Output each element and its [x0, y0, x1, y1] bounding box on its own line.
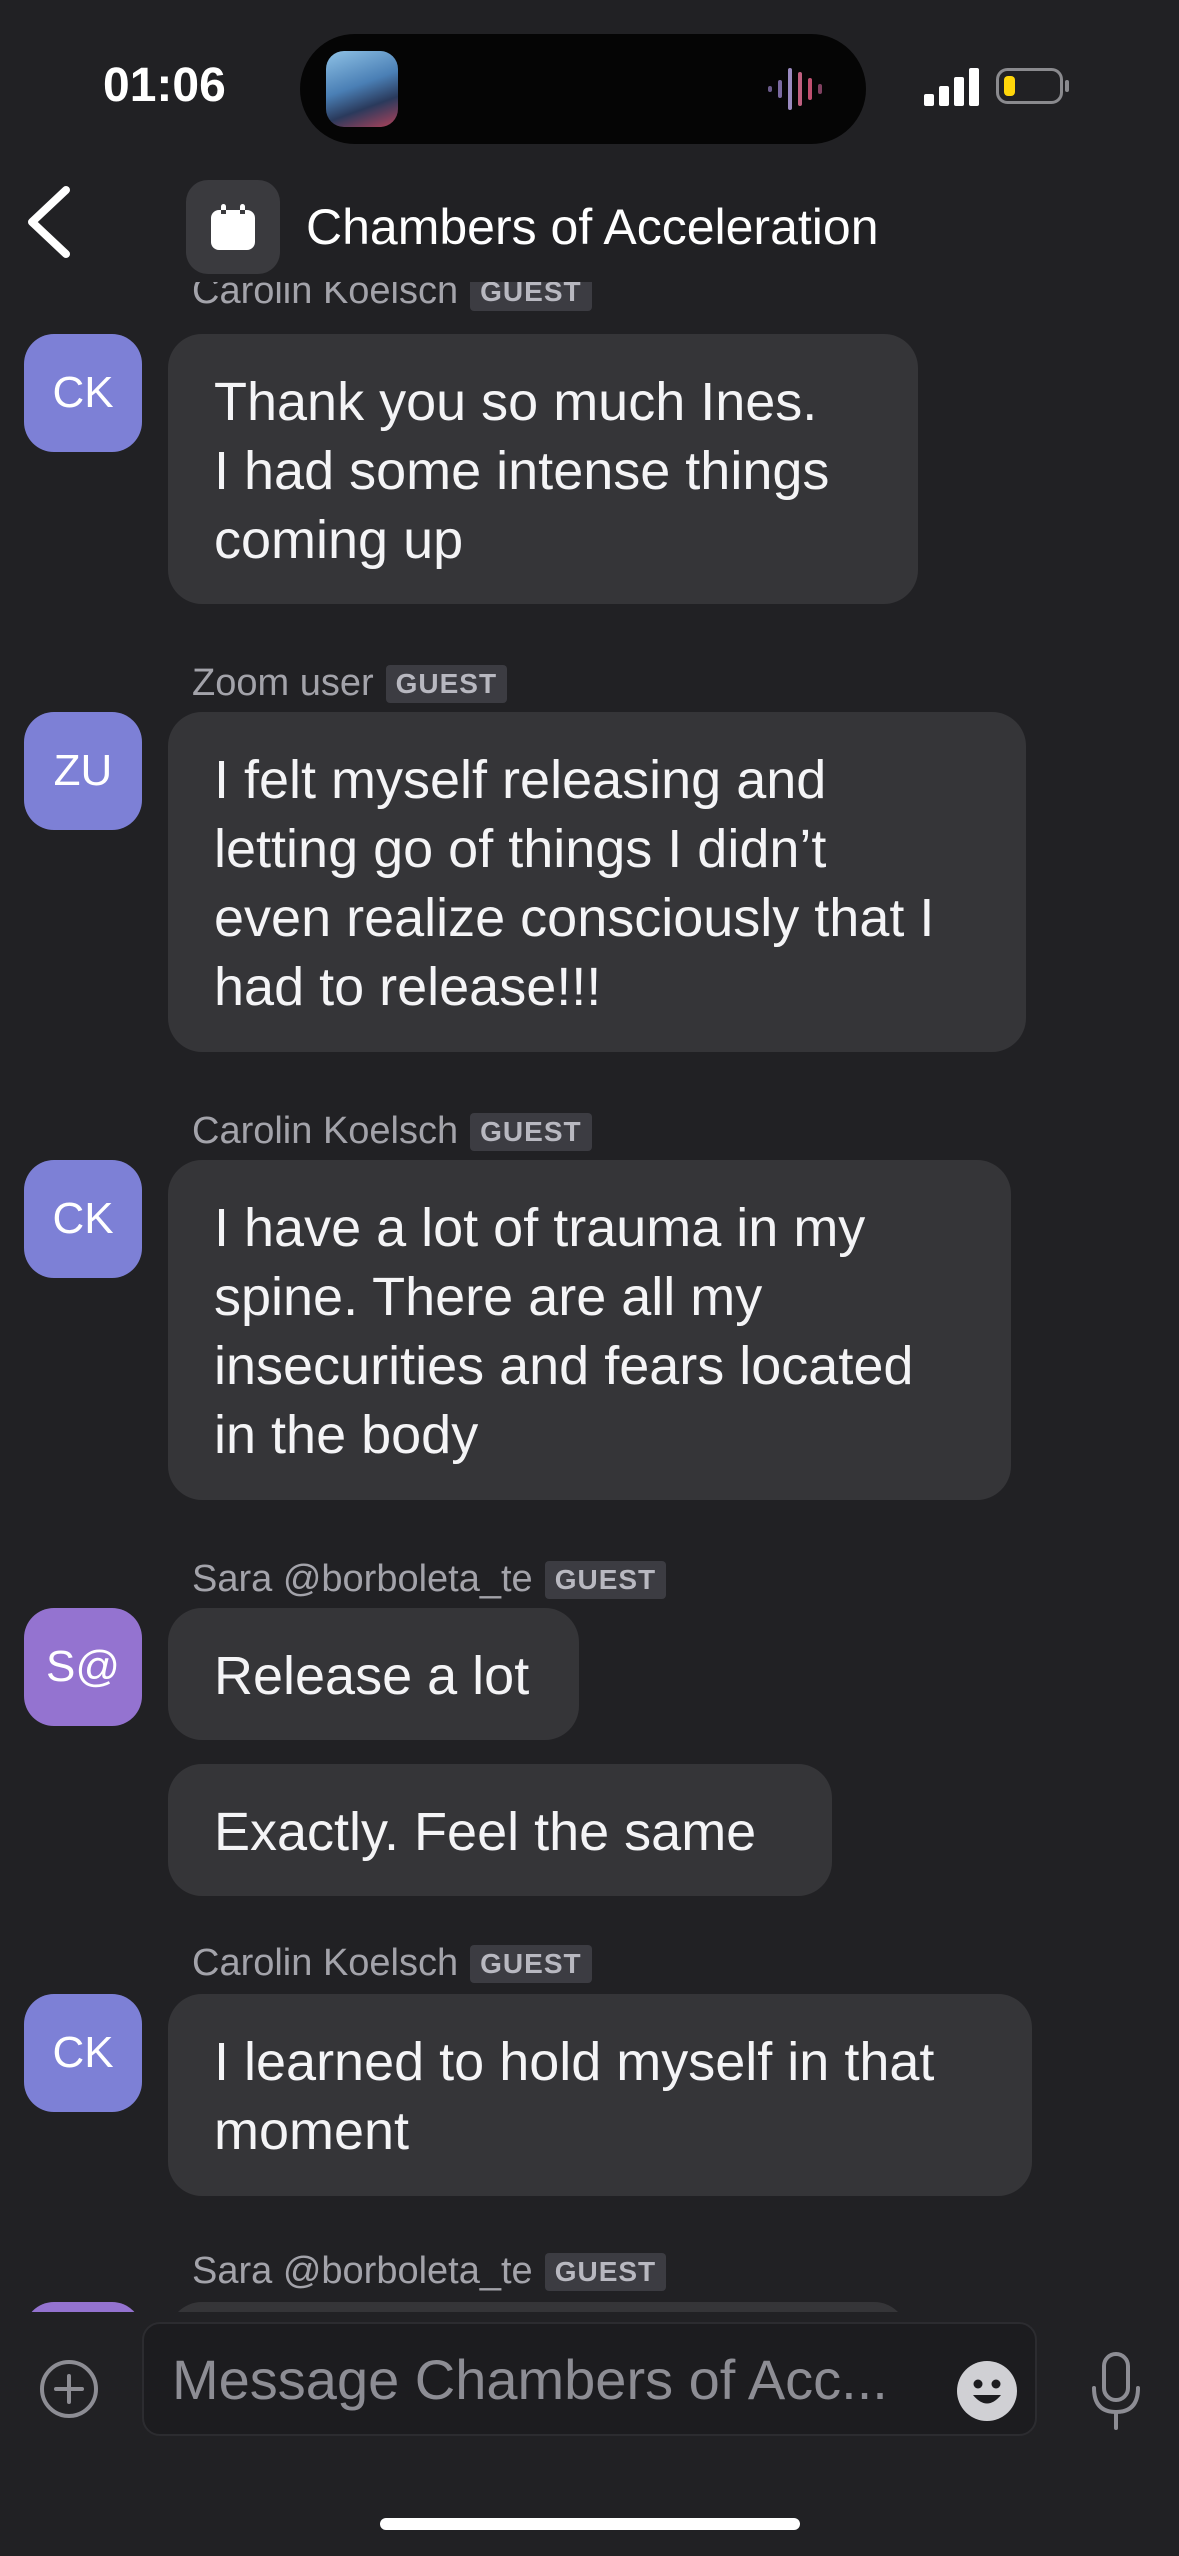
status-time: 01:06	[103, 59, 226, 112]
audio-waveform-icon	[768, 68, 822, 110]
calendar-icon	[211, 204, 255, 250]
guest-badge: GUEST	[544, 2252, 667, 2291]
message-bubble[interactable]: I have a lot of trauma in my spine. Ther…	[168, 1160, 1011, 1500]
guest-badge: GUEST	[470, 282, 592, 311]
cellular-signal-icon	[924, 68, 979, 106]
sender-name: Carolin Koelsch	[192, 1942, 459, 1984]
back-chevron-icon[interactable]	[18, 182, 82, 262]
guest-badge: GUEST	[544, 1560, 667, 1599]
sender-name: Sara @borboleta_te	[192, 2250, 533, 2292]
message-composer[interactable]	[142, 2322, 1037, 2436]
sender-name: Carolin Koelsch	[192, 282, 459, 312]
emoji-icon[interactable]	[956, 2360, 1018, 2422]
sender-name: Sara @borboleta_te	[192, 1558, 533, 1600]
avatar[interactable]: CK	[24, 1160, 142, 1278]
guest-badge: GUEST	[470, 1112, 592, 1151]
avatar[interactable]: CK	[24, 334, 142, 452]
message-sender: Sara @borboleta_te GUEST	[192, 2250, 667, 2293]
message-input[interactable]	[170, 2342, 914, 2416]
now-playing-artwork	[326, 51, 398, 127]
message-bubble[interactable]: I felt myself releasing and letting go o…	[168, 712, 1026, 1052]
avatar[interactable]: CK	[24, 1994, 142, 2112]
message-bubble[interactable]: Thank you so much Ines. I had some inten…	[168, 334, 918, 604]
microphone-icon[interactable]	[1088, 2350, 1144, 2432]
message-bubble[interactable]	[168, 2302, 908, 2312]
message-sender: Carolin Koelsch GUEST	[192, 1110, 592, 1153]
dynamic-island[interactable]	[300, 34, 866, 144]
message-bubble[interactable]: Exactly. Feel the same	[168, 1764, 832, 1896]
avatar[interactable]: ZU	[24, 712, 142, 830]
message-bubble[interactable]: Release a lot	[168, 1608, 579, 1740]
avatar[interactable]: S@	[24, 1608, 142, 1726]
add-attachment-icon[interactable]	[38, 2358, 100, 2420]
avatar[interactable]	[24, 2302, 142, 2312]
channel-title[interactable]: Chambers of Acceleration	[306, 198, 879, 256]
message-sender: Sara @borboleta_te GUEST	[192, 1558, 667, 1601]
message-sender: Carolin Koelsch GUEST	[192, 282, 592, 313]
guest-badge: GUEST	[470, 1944, 592, 1983]
message-list[interactable]: Carolin Koelsch GUEST CK Thank you so mu…	[0, 282, 1179, 2312]
message-sender: Zoom user GUEST	[192, 662, 508, 705]
sender-name: Zoom user	[192, 662, 374, 704]
sender-name: Carolin Koelsch	[192, 1110, 459, 1152]
channel-icon[interactable]	[186, 180, 280, 274]
guest-badge: GUEST	[385, 664, 508, 703]
battery-icon	[996, 68, 1069, 104]
message-sender: Carolin Koelsch GUEST	[192, 1942, 592, 1985]
home-indicator[interactable]	[380, 2518, 800, 2530]
message-bubble[interactable]: I learned to hold myself in that moment	[168, 1994, 1032, 2196]
